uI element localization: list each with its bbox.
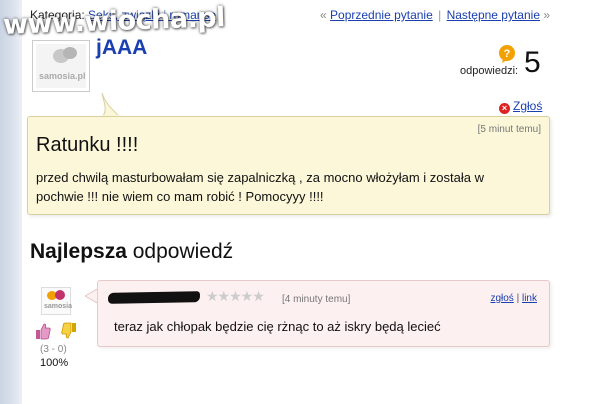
report-link[interactable]: Zgłoś [513, 99, 542, 113]
vote-buttons [35, 322, 77, 345]
vote-percent: 100% [40, 357, 69, 369]
avatar-bubble-icon [63, 47, 77, 59]
speech-pointer-icon [101, 93, 120, 117]
answer-report-link[interactable]: zgłoś [490, 293, 513, 304]
left-sidebar-strip [0, 0, 22, 404]
logo-bubble-icon [55, 290, 65, 300]
answer-permalink[interactable]: link [522, 293, 537, 304]
svg-text:?: ? [504, 48, 511, 60]
nav-separator: | [438, 8, 442, 22]
answers-label: odpowiedzi: [460, 65, 519, 77]
answer-body: teraz jak chłopak będzie cię rżnąc to aż… [114, 319, 441, 334]
rating-stars[interactable]: ★★★★★ [206, 288, 265, 305]
next-question-link[interactable]: Następne pytanie [447, 8, 540, 22]
answer-box: ★★★★★ [4 minuty temu] zgłoś | link teraz… [97, 280, 550, 347]
prev-question-link[interactable]: Poprzednie pytanie [330, 8, 433, 22]
prev-arrow-icon: « [320, 8, 327, 22]
answer-links-separator: | [516, 293, 520, 304]
thumb-up-icon[interactable] [35, 322, 51, 340]
best-answer-heading: Najlepsza odpowiedź [30, 240, 233, 264]
answerer-logo-text: samosia [44, 303, 73, 310]
question-title: Ratunku !!!! [36, 134, 139, 156]
avatar[interactable]: samosia.pl [32, 40, 90, 92]
next-arrow-icon: » [543, 8, 551, 22]
close-icon: × [499, 103, 510, 114]
asker-username[interactable]: jAAA [96, 36, 147, 60]
thumb-down-icon[interactable] [61, 322, 77, 340]
answerer-name-redacted [107, 291, 201, 304]
report-question[interactable]: × Zgłoś [499, 99, 542, 114]
question-nav: « Poprzednie pytanie | Następne pytanie … [320, 8, 550, 22]
question-box: [5 minut temu] Ratunku !!!! przed chwilą… [27, 116, 550, 215]
best-answer-heading-rest: odpowiedź [126, 240, 234, 263]
watermark: www.wiocha.pl [2, 2, 226, 41]
answerer-avatar[interactable]: samosia [41, 287, 73, 315]
question-time: [5 minut temu] [477, 124, 541, 135]
question-body: przed chwilą masturbowałam się zapalnicz… [36, 170, 484, 204]
answer-time: [4 minuty temu] [282, 294, 351, 305]
answers-count: 5 [524, 46, 541, 79]
vote-count: (3 - 0) [40, 344, 67, 355]
best-answer-heading-bold: Najlepsza [30, 240, 127, 263]
avatar-logo-text: samosia.pl [39, 71, 86, 81]
answer-links: zgłoś | link [490, 293, 537, 304]
